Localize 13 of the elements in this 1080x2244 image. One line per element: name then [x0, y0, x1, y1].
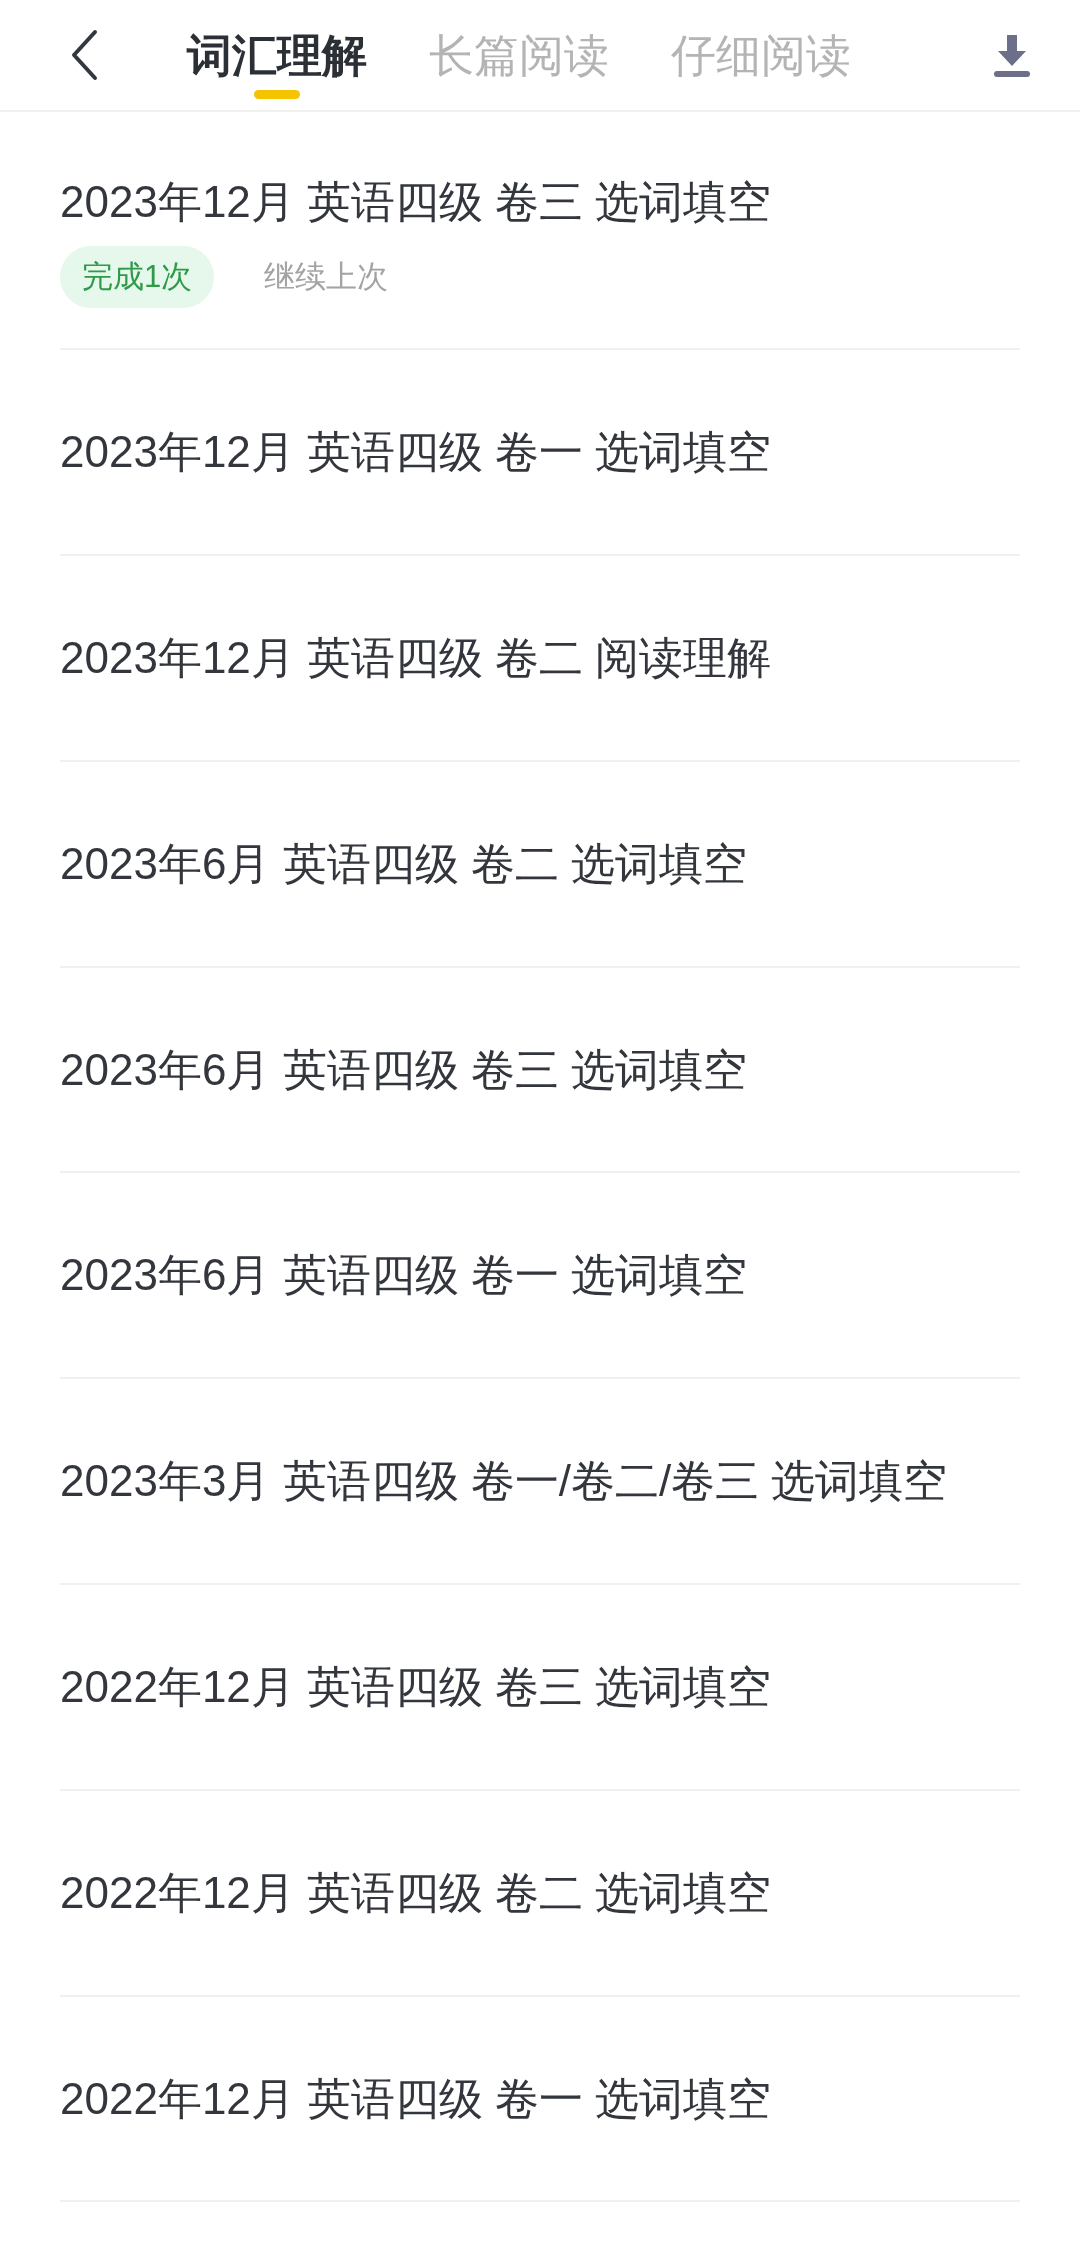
exercise-title[interactable]: 2023年6月 英语四级 卷三 选词填空 [60, 1037, 960, 1102]
exercise-title[interactable]: 2023年3月 英语四级 卷一/卷二/卷三 选词填空 [60, 1449, 960, 1514]
exercise-title[interactable]: 2022年12月 英语四级 卷一 选词填空 [60, 2066, 960, 2131]
exercise-title[interactable]: 2022年12月 英语四级 卷二 选词填空 [60, 1860, 960, 1925]
tab[interactable]: 词汇理解 [187, 0, 367, 111]
exercise-title[interactable]: 2023年12月 英语四级 卷三 选词填空 [60, 170, 960, 234]
tab-indicator [254, 90, 300, 99]
exercise-title[interactable]: 2023年6月 英语四级 卷二 选词填空 [60, 831, 960, 896]
exercise-title[interactable]: 2023年12月 英语四级 卷一 选词填空 [60, 420, 960, 485]
exercise-title[interactable]: 2023年12月 英语四级 卷二 阅读理解 [60, 626, 960, 690]
exercise-title[interactable]: 2022年12月 英语四级 卷三 选词填空 [60, 1655, 960, 1719]
completion-badge: 完成1次 [60, 245, 215, 309]
exercise-title[interactable]: 2023年6月 英语四级 卷一 选词填空 [60, 1243, 960, 1308]
